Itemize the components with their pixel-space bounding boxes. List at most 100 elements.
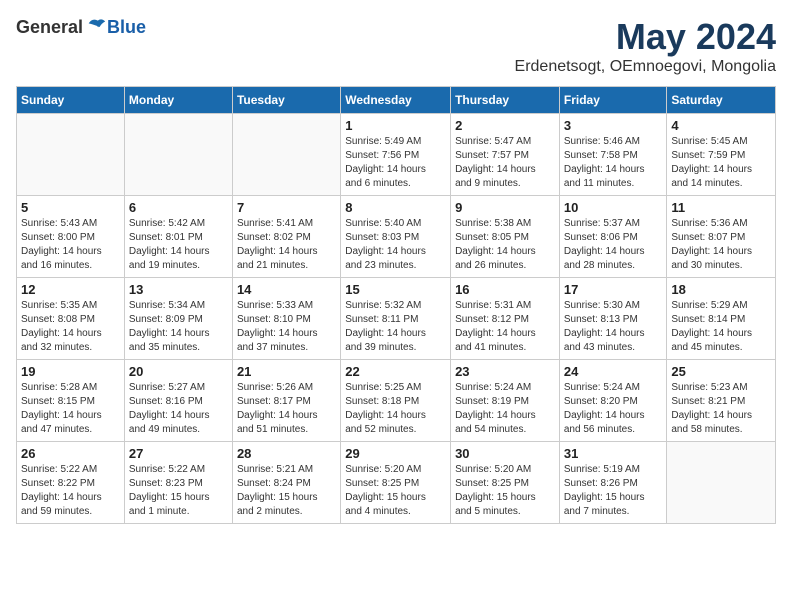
calendar-cell: 21 Sunrise: 5:26 AM Sunset: 8:17 PM Dayli… xyxy=(232,360,340,442)
calendar-week-3: 12 Sunrise: 5:35 AM Sunset: 8:08 PM Dayli… xyxy=(17,278,776,360)
day-info: Sunrise: 5:43 AM Sunset: 8:00 PM Dayligh… xyxy=(21,217,120,273)
calendar-cell xyxy=(124,114,232,196)
calendar-cell: 14 Sunrise: 5:33 AM Sunset: 8:10 PM Dayli… xyxy=(232,278,340,360)
calendar-cell: 20 Sunrise: 5:27 AM Sunset: 8:16 PM Dayli… xyxy=(124,360,232,442)
calendar-cell: 8Sunrise: 5:40 AM Sunset: 8:03 PM Daylig… xyxy=(341,196,451,278)
day-number: 6 xyxy=(129,200,228,215)
day-info: Sunrise: 5:37 AM Sunset: 8:06 PM Dayligh… xyxy=(564,217,663,273)
day-info: Sunrise: 5:30 AM Sunset: 8:13 PM Dayligh… xyxy=(564,299,663,355)
day-info: Sunrise: 5:29 AM Sunset: 8:14 PM Dayligh… xyxy=(671,299,771,355)
day-number: 14 xyxy=(237,282,336,297)
calendar-cell: 15Sunrise: 5:32 AM Sunset: 8:11 PM Dayli… xyxy=(341,278,451,360)
day-number: 13 xyxy=(129,282,228,297)
day-info: Sunrise: 5:24 AM Sunset: 8:20 PM Dayligh… xyxy=(564,381,663,437)
calendar-cell: 1 Sunrise: 5:49 AM Sunset: 7:56 PM Daylig… xyxy=(341,114,451,196)
calendar-week-1: 1 Sunrise: 5:49 AM Sunset: 7:56 PM Daylig… xyxy=(17,114,776,196)
day-info: Sunrise: 5:47 AM Sunset: 7:57 PM Dayligh… xyxy=(455,135,555,191)
day-info: Sunrise: 5:22 AM Sunset: 8:23 PM Dayligh… xyxy=(129,463,228,519)
day-number: 30 xyxy=(455,446,555,461)
calendar-cell: 30 Sunrise: 5:20 AM Sunset: 8:25 PM Dayli… xyxy=(451,442,560,524)
calendar-cell: 16 Sunrise: 5:31 AM Sunset: 8:12 PM Dayli… xyxy=(451,278,560,360)
day-info: Sunrise: 5:33 AM Sunset: 8:10 PM Dayligh… xyxy=(237,299,336,355)
day-info: Sunrise: 5:27 AM Sunset: 8:16 PM Dayligh… xyxy=(129,381,228,437)
day-info: Sunrise: 5:23 AM Sunset: 8:21 PM Dayligh… xyxy=(671,381,771,437)
calendar-week-5: 26Sunrise: 5:22 AM Sunset: 8:22 PM Dayli… xyxy=(17,442,776,524)
logo-bird-icon xyxy=(85,16,107,38)
day-info: Sunrise: 5:35 AM Sunset: 8:08 PM Dayligh… xyxy=(21,299,120,355)
day-number: 20 xyxy=(129,364,228,379)
calendar-cell: 3 Sunrise: 5:46 AM Sunset: 7:58 PM Daylig… xyxy=(559,114,667,196)
day-number: 26 xyxy=(21,446,120,461)
month-title: May 2024 xyxy=(515,16,776,58)
day-info: Sunrise: 5:31 AM Sunset: 8:12 PM Dayligh… xyxy=(455,299,555,355)
location-text: Erdenetsogt, OEmnoegovi, Mongolia xyxy=(515,58,776,76)
day-number: 3 xyxy=(564,118,663,133)
calendar-cell: 12 Sunrise: 5:35 AM Sunset: 8:08 PM Dayli… xyxy=(17,278,125,360)
day-info: Sunrise: 5:25 AM Sunset: 8:18 PM Dayligh… xyxy=(345,381,446,437)
calendar-cell: 29Sunrise: 5:20 AM Sunset: 8:25 PM Dayli… xyxy=(341,442,451,524)
day-info: Sunrise: 5:20 AM Sunset: 8:25 PM Dayligh… xyxy=(455,463,555,519)
day-number: 18 xyxy=(671,282,771,297)
day-number: 22 xyxy=(345,364,446,379)
calendar-cell: 11 Sunrise: 5:36 AM Sunset: 8:07 PM Dayli… xyxy=(667,196,776,278)
calendar-cell xyxy=(17,114,125,196)
calendar-cell: 7Sunrise: 5:41 AM Sunset: 8:02 PM Daylig… xyxy=(232,196,340,278)
day-number: 9 xyxy=(455,200,555,215)
calendar-cell: 13Sunrise: 5:34 AM Sunset: 8:09 PM Dayli… xyxy=(124,278,232,360)
calendar-cell xyxy=(667,442,776,524)
day-info: Sunrise: 5:26 AM Sunset: 8:17 PM Dayligh… xyxy=(237,381,336,437)
day-number: 11 xyxy=(671,200,771,215)
logo-general-text: General xyxy=(16,17,83,38)
day-number: 10 xyxy=(564,200,663,215)
day-number: 27 xyxy=(129,446,228,461)
page-header: General Blue May 2024 Erdenetsogt, OEmno… xyxy=(16,16,776,76)
calendar-cell: 19 Sunrise: 5:28 AM Sunset: 8:15 PM Dayli… xyxy=(17,360,125,442)
calendar-cell xyxy=(232,114,340,196)
day-info: Sunrise: 5:46 AM Sunset: 7:58 PM Dayligh… xyxy=(564,135,663,191)
day-info: Sunrise: 5:24 AM Sunset: 8:19 PM Dayligh… xyxy=(455,381,555,437)
calendar-cell: 10 Sunrise: 5:37 AM Sunset: 8:06 PM Dayli… xyxy=(559,196,667,278)
calendar-cell: 17 Sunrise: 5:30 AM Sunset: 8:13 PM Dayli… xyxy=(559,278,667,360)
logo: General Blue xyxy=(16,16,146,38)
calendar-cell: 25 Sunrise: 5:23 AM Sunset: 8:21 PM Dayli… xyxy=(667,360,776,442)
day-number: 24 xyxy=(564,364,663,379)
calendar-week-4: 19 Sunrise: 5:28 AM Sunset: 8:15 PM Dayli… xyxy=(17,360,776,442)
day-number: 29 xyxy=(345,446,446,461)
day-number: 25 xyxy=(671,364,771,379)
calendar-cell: 2 Sunrise: 5:47 AM Sunset: 7:57 PM Daylig… xyxy=(451,114,560,196)
calendar-cell: 6Sunrise: 5:42 AM Sunset: 8:01 PM Daylig… xyxy=(124,196,232,278)
weekday-header-row: SundayMondayTuesdayWednesdayThursdayFrid… xyxy=(17,87,776,114)
weekday-header-tuesday: Tuesday xyxy=(232,87,340,114)
day-info: Sunrise: 5:28 AM Sunset: 8:15 PM Dayligh… xyxy=(21,381,120,437)
logo-blue-text: Blue xyxy=(107,17,146,38)
calendar-cell: 9Sunrise: 5:38 AM Sunset: 8:05 PM Daylig… xyxy=(451,196,560,278)
day-number: 21 xyxy=(237,364,336,379)
calendar-cell: 31Sunrise: 5:19 AM Sunset: 8:26 PM Dayli… xyxy=(559,442,667,524)
day-number: 28 xyxy=(237,446,336,461)
calendar-cell: 28 Sunrise: 5:21 AM Sunset: 8:24 PM Dayli… xyxy=(232,442,340,524)
day-number: 12 xyxy=(21,282,120,297)
day-number: 31 xyxy=(564,446,663,461)
weekday-header-saturday: Saturday xyxy=(667,87,776,114)
day-number: 15 xyxy=(345,282,446,297)
title-section: May 2024 Erdenetsogt, OEmnoegovi, Mongol… xyxy=(515,16,776,76)
day-number: 16 xyxy=(455,282,555,297)
day-number: 7 xyxy=(237,200,336,215)
day-info: Sunrise: 5:36 AM Sunset: 8:07 PM Dayligh… xyxy=(671,217,771,273)
calendar-cell: 27 Sunrise: 5:22 AM Sunset: 8:23 PM Dayli… xyxy=(124,442,232,524)
calendar-cell: 24 Sunrise: 5:24 AM Sunset: 8:20 PM Dayli… xyxy=(559,360,667,442)
calendar-cell: 18 Sunrise: 5:29 AM Sunset: 8:14 PM Dayli… xyxy=(667,278,776,360)
day-number: 17 xyxy=(564,282,663,297)
weekday-header-friday: Friday xyxy=(559,87,667,114)
day-number: 2 xyxy=(455,118,555,133)
day-info: Sunrise: 5:21 AM Sunset: 8:24 PM Dayligh… xyxy=(237,463,336,519)
calendar-cell: 4Sunrise: 5:45 AM Sunset: 7:59 PM Daylig… xyxy=(667,114,776,196)
calendar-cell: 23 Sunrise: 5:24 AM Sunset: 8:19 PM Dayli… xyxy=(451,360,560,442)
day-number: 1 xyxy=(345,118,446,133)
weekday-header-sunday: Sunday xyxy=(17,87,125,114)
day-number: 19 xyxy=(21,364,120,379)
day-info: Sunrise: 5:49 AM Sunset: 7:56 PM Dayligh… xyxy=(345,135,446,191)
day-number: 23 xyxy=(455,364,555,379)
day-info: Sunrise: 5:40 AM Sunset: 8:03 PM Dayligh… xyxy=(345,217,446,273)
calendar-cell: 22 Sunrise: 5:25 AM Sunset: 8:18 PM Dayli… xyxy=(341,360,451,442)
